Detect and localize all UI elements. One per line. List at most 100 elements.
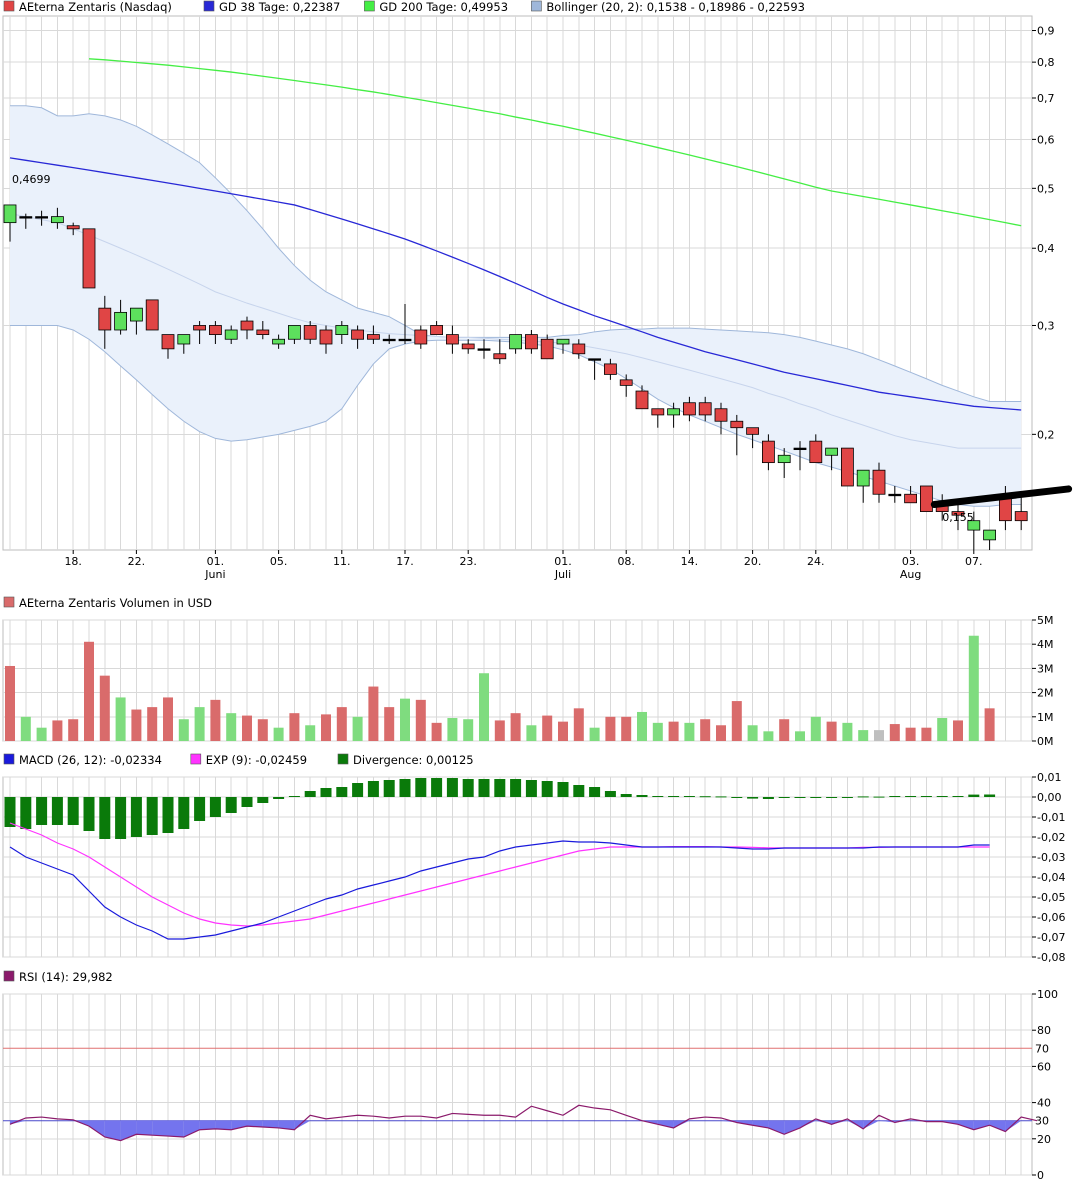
candle-body [114,311,127,331]
volume-bar [368,686,379,741]
divergence-bar [889,796,901,797]
divergence-bar [4,797,16,827]
rsi-y-tick-label-3: 40 [1037,1097,1051,1110]
divergence-bar [968,794,980,797]
divergence-bar [273,797,285,799]
candle-body [3,204,17,224]
divergence-bar [683,796,695,797]
divergence-bar [162,797,174,833]
divergence-bar [715,796,727,798]
divergence-bar [826,797,838,798]
legend-volume-swatch-0 [3,596,15,608]
volume-bar [178,719,189,741]
volume-y-tick-label-0: 5M [1037,614,1054,627]
x-tick-label-10: 20. [744,555,762,568]
candle-body [193,325,207,331]
candle-body [651,408,665,416]
price-y-tick-label-2: 0,7 [1037,92,1055,105]
volume-bar [795,731,805,741]
divergence-bar [462,779,474,797]
x-tick-label-5: 17. [396,555,414,568]
candle-body [161,334,175,350]
volume-bar [842,722,853,741]
price-y-tick-label-3: 0,6 [1037,133,1055,146]
volume-bar [747,725,758,741]
volume-bar [731,701,742,741]
candle-body [856,469,870,487]
volume-bar [447,718,458,741]
price-annotation-0: 0,4699 [12,173,51,186]
x-tick-label-7: 01. [554,555,572,568]
price-annotation-1: 0,155 [942,511,974,524]
candle-body [904,493,917,504]
divergence-bar [557,782,569,797]
volume-bar [558,721,568,741]
volume-bar [573,708,584,741]
candle-body [714,408,728,422]
candle-body [366,334,380,340]
volume-bar [526,725,537,741]
macd-y-tick-label-3: -0,02 [1037,831,1065,844]
candle-body [872,469,886,495]
volume-bar [510,713,521,741]
volume-bar [163,697,173,741]
volume-bar [763,731,774,741]
price-y-tick-label-5: 0,4 [1037,242,1055,255]
volume-bar [826,721,837,741]
chart-root: AEterna Zentaris (Nasdaq) GD 38 Tage: 0,2… [0,0,1089,1188]
divergence-bar [288,796,300,797]
volume-bar [84,641,94,741]
divergence-bar [525,780,537,797]
volume-bar [889,724,900,741]
price-y-tick-label-1: 0,8 [1037,56,1055,69]
divergence-bar [225,797,237,813]
volume-y-tick-label-5: 0M [1037,735,1054,748]
x-tick-sub-7: Juli [554,568,571,581]
volume-bar [652,722,663,741]
macd-y-tick-label-7: -0,06 [1037,911,1065,924]
candle-body [319,329,333,345]
candle-body [888,493,902,497]
volume-bar [194,707,205,741]
volume-bar [605,716,616,741]
volume-bar [305,725,316,741]
volume-bar [36,727,47,741]
divergence-bar [841,797,853,798]
candle-body [667,408,680,416]
volume-bar [384,707,395,741]
candle-body [430,325,444,335]
candle-body [572,343,586,355]
divergence-bar [178,797,190,829]
x-tick-label-1: 22. [128,555,146,568]
candle-body [461,343,475,350]
volume-bar [226,713,237,741]
legend-main-label-3: Bollinger (20, 2): 0,1538 - 0,18986 - 0,… [546,0,805,14]
candle-body [983,529,996,541]
volume-bar [352,716,363,741]
divergence-bar [810,797,822,798]
divergence-bar [747,797,759,799]
rsi-oversold-fill [168,1120,184,1137]
x-tick-label-9: 14. [681,555,699,568]
macd-y-tick-label-5: -0,04 [1037,871,1065,884]
candle-body [509,334,523,350]
macd-y-tick-label-0: 0,01 [1037,771,1062,784]
candle-body [540,338,554,360]
volume-bar [131,709,142,741]
candle-body [777,454,791,464]
candle-body [683,402,696,416]
candle-body [66,225,80,230]
macd-y-tick-label-8: -0,07 [1037,931,1065,944]
x-tick-label-0: 18. [64,555,82,568]
volume-bar [937,718,948,741]
volume-bar [400,698,410,741]
candle-body [240,320,254,331]
candle-body [445,334,459,345]
candle-body [287,325,301,340]
volume-bar [431,722,442,741]
x-tick-label-11: 24. [807,555,825,568]
divergence-bar [241,797,253,807]
volume-bar [953,720,963,741]
rsi-y-tick-label-2: 60 [1037,1060,1051,1073]
x-tick-label-12: 03. [902,555,920,568]
